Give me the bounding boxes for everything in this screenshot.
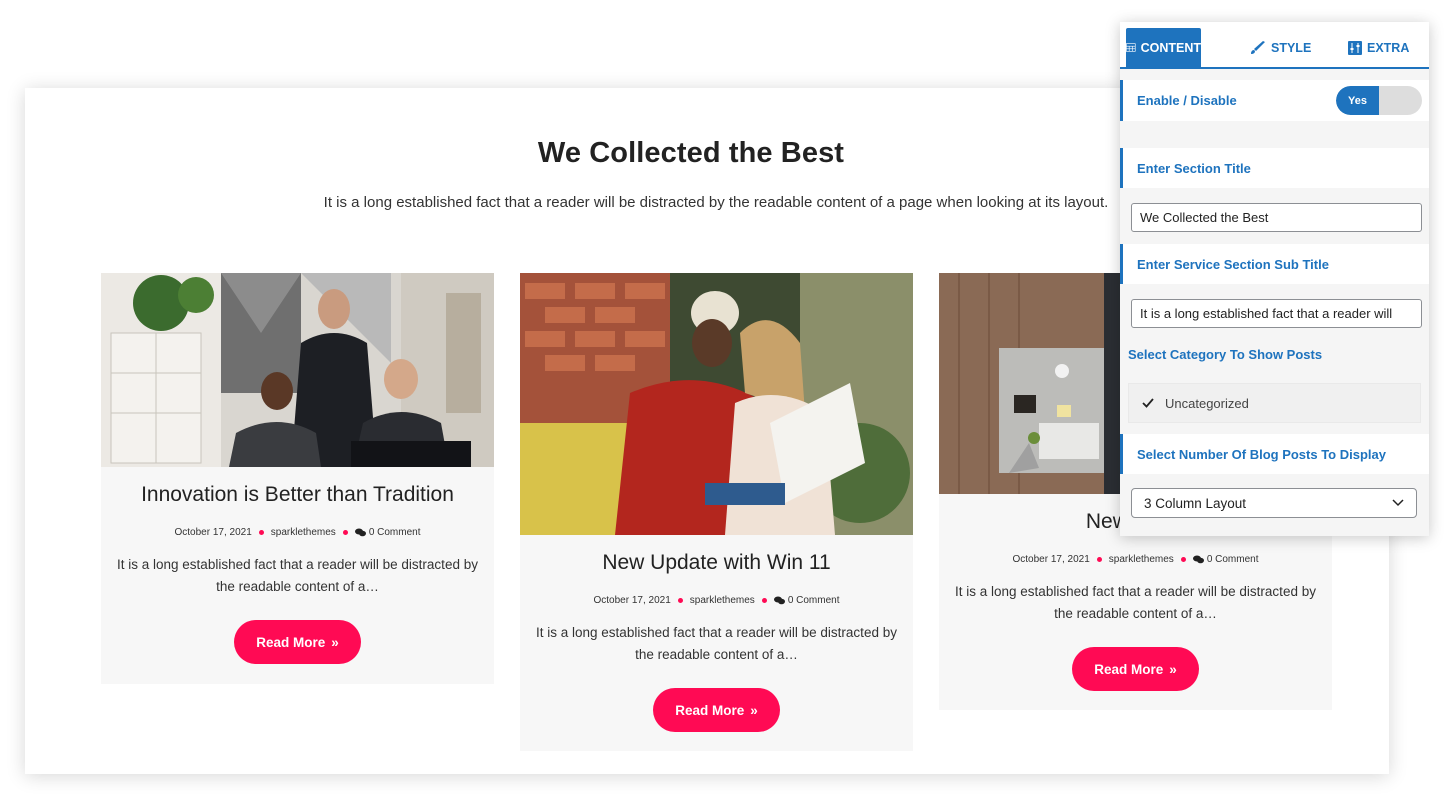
- post-comments-count: 0 Comment: [368, 527, 421, 538]
- post-meta: October 17, 2021 sparklethemes 0 Comment: [939, 554, 1332, 565]
- category-label: Select Category To Show Posts: [1128, 347, 1323, 362]
- table-icon: [1126, 43, 1136, 52]
- tab-style[interactable]: STYLE: [1250, 28, 1311, 67]
- post-comments-count: 0 Comment: [787, 595, 840, 606]
- layout-select[interactable]: 3 Column Layout: [1131, 488, 1417, 518]
- meta-separator: [1096, 557, 1102, 562]
- post-comments[interactable]: 0 Comment: [773, 595, 840, 606]
- posts-count-label: Select Number Of Blog Posts To Display: [1137, 446, 1386, 462]
- read-more-button[interactable]: Read More »: [1072, 647, 1199, 691]
- enable-toggle[interactable]: Yes: [1336, 86, 1422, 115]
- post-title[interactable]: Innovation is Better than Tradition: [101, 483, 494, 507]
- read-more-label: Read More: [1094, 661, 1164, 677]
- read-more-label: Read More: [675, 702, 745, 718]
- brush-icon: [1251, 40, 1265, 54]
- comments-icon: [773, 596, 785, 605]
- meta-separator: [1180, 557, 1186, 562]
- colleagues-reading-photo: [520, 273, 913, 535]
- sub-title-row: Enter Service Section Sub Title: [1120, 244, 1429, 284]
- category-option[interactable]: Uncategorized: [1128, 383, 1421, 423]
- panel-tabs: CONTENT STYLE EXTRA: [1120, 22, 1429, 69]
- tab-extra[interactable]: EXTRA: [1348, 28, 1409, 67]
- post-excerpt: It is a long established fact that a rea…: [117, 557, 478, 594]
- double-chevron-right-icon: »: [331, 634, 339, 650]
- comments-icon: [1192, 555, 1204, 564]
- toggle-on-label: Yes: [1336, 86, 1379, 115]
- stage: We Collected the Best It is a long estab…: [0, 0, 1454, 804]
- sliders-icon: [1348, 40, 1362, 55]
- meta-separator: [258, 530, 264, 535]
- tab-style-label: STYLE: [1271, 40, 1312, 55]
- settings-panel: CONTENT STYLE EXTRA Enable / Disable Yes…: [1120, 22, 1429, 536]
- posts-count-row: Select Number Of Blog Posts To Display: [1120, 434, 1429, 474]
- tab-content[interactable]: CONTENT: [1126, 28, 1201, 67]
- post-image[interactable]: [520, 273, 913, 535]
- post-image[interactable]: [101, 273, 494, 467]
- read-more-button[interactable]: Read More »: [653, 688, 780, 732]
- post-meta: October 17, 2021 sparklethemes 0 Comment: [520, 595, 913, 606]
- post-card: New Update with Win 11 October 17, 2021 …: [520, 273, 913, 751]
- post-date[interactable]: October 17, 2021: [594, 595, 671, 606]
- tab-extra-label: EXTRA: [1367, 40, 1410, 55]
- tab-content-label: CONTENT: [1140, 40, 1201, 55]
- post-excerpt: It is a long established fact that a rea…: [955, 584, 1316, 621]
- post-card: Innovation is Better than Tradition Octo…: [101, 273, 494, 684]
- post-author[interactable]: sparklethemes: [271, 527, 336, 538]
- checkbox-checked-icon[interactable]: [1141, 396, 1155, 410]
- post-excerpt: It is a long established fact that a rea…: [536, 625, 897, 662]
- category-option-label: Uncategorized: [1165, 395, 1249, 411]
- sub-title-label: Enter Service Section Sub Title: [1137, 256, 1329, 272]
- post-comments-count: 0 Comment: [1206, 554, 1259, 565]
- post-comments[interactable]: 0 Comment: [354, 527, 421, 538]
- post-meta: October 17, 2021 sparklethemes 0 Comment: [101, 527, 494, 538]
- meta-separator: [677, 598, 683, 603]
- post-author[interactable]: sparklethemes: [690, 595, 755, 606]
- comments-icon: [354, 528, 366, 537]
- chevron-down-icon: [1392, 499, 1404, 507]
- enable-disable-label: Enable / Disable: [1137, 93, 1237, 108]
- post-date[interactable]: October 17, 2021: [175, 527, 252, 538]
- section-title-row: Enter Section Title: [1120, 148, 1429, 188]
- read-more-button[interactable]: Read More »: [234, 620, 361, 664]
- post-author[interactable]: sparklethemes: [1109, 554, 1174, 565]
- post-title[interactable]: New Update with Win 11: [520, 551, 913, 575]
- meta-separator: [761, 598, 767, 603]
- double-chevron-right-icon: »: [750, 702, 758, 718]
- section-title-input[interactable]: We Collected the Best: [1131, 203, 1422, 232]
- section-title-label: Enter Section Title: [1137, 160, 1251, 176]
- double-chevron-right-icon: »: [1169, 661, 1177, 677]
- meta-separator: [342, 530, 348, 535]
- post-comments[interactable]: 0 Comment: [1192, 554, 1259, 565]
- post-date[interactable]: October 17, 2021: [1013, 554, 1090, 565]
- layout-select-value: 3 Column Layout: [1144, 495, 1247, 511]
- sub-title-input[interactable]: It is a long established fact that a rea…: [1131, 299, 1422, 328]
- office-team-photo: [101, 273, 494, 467]
- read-more-label: Read More: [256, 634, 326, 650]
